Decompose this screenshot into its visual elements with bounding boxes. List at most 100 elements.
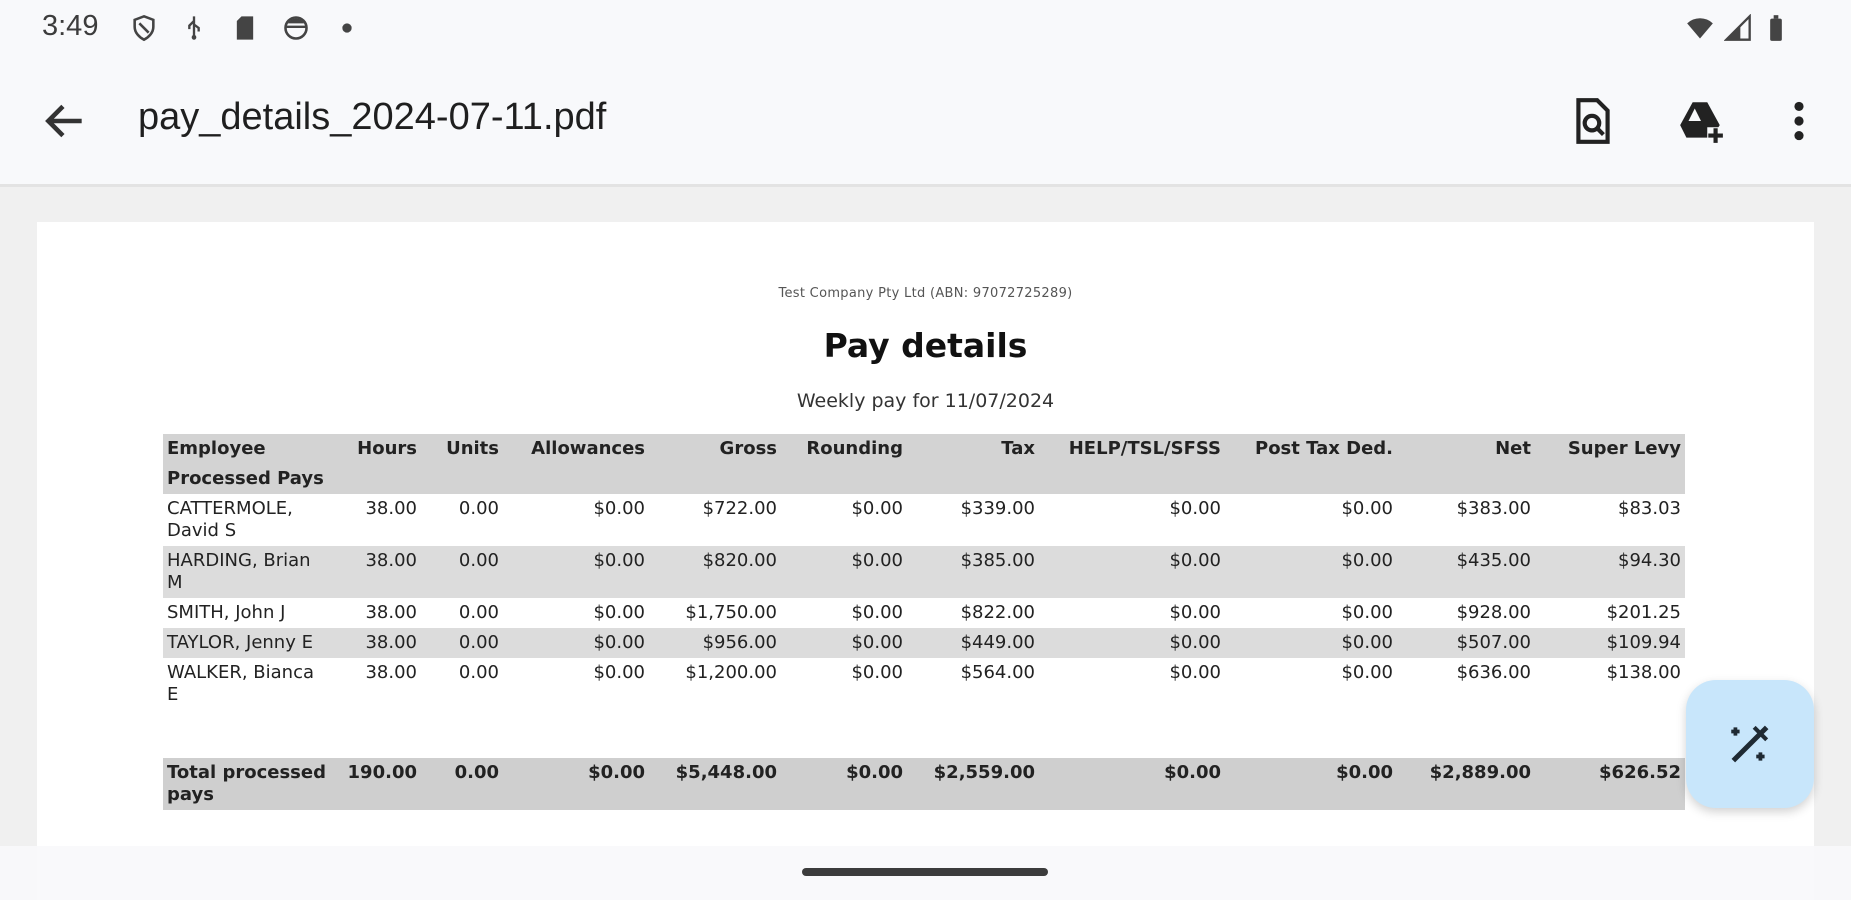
cell-super: $83.03: [1618, 498, 1681, 519]
cast-icon: [284, 16, 308, 40]
cell-allowances: $0.00: [593, 662, 645, 683]
pay-table: Employee Hours Units Allowances Gross Ro…: [163, 434, 1685, 810]
employee-name: TAYLOR, Jenny E: [167, 632, 313, 653]
cell-tax: $339.00: [960, 498, 1035, 519]
cell-allowances: $0.00: [588, 762, 645, 783]
arrow-back-icon[interactable]: [40, 96, 90, 146]
cell-post-tax: $0.00: [1336, 762, 1393, 783]
column-header: Units: [446, 438, 499, 459]
total-row: Total processed pays 190.00 0.00 $0.00 $5,44…: [163, 758, 1685, 810]
cell-net: $383.00: [1456, 498, 1531, 519]
more-vert-icon[interactable]: [1774, 96, 1824, 146]
doc-heading: Pay details: [823, 326, 1028, 365]
battery-icon: [1770, 15, 1782, 41]
cell-help: $0.00: [1169, 550, 1221, 571]
column-header: Employee: [167, 438, 266, 459]
cell-units: 0.00: [458, 602, 499, 623]
wifi-icon: [1687, 18, 1713, 39]
pdf-page[interactable]: Test Company Pty Ltd (ABN: 97072725289) …: [37, 222, 1814, 900]
drive-add-icon[interactable]: [1676, 96, 1726, 146]
table-row: WALKER, Bianca E 38.00 0.00 $0.00 $1,200.00 $…: [163, 658, 1685, 710]
cell-help: $0.00: [1164, 762, 1221, 783]
employee-name: CATTERMOLE, David S: [167, 498, 293, 541]
cell-tax: $822.00: [960, 602, 1035, 623]
cell-allowances: $0.00: [593, 602, 645, 623]
signal-icon: [1724, 14, 1751, 41]
cell-allowances: $0.00: [593, 632, 645, 653]
cell-help: $0.00: [1169, 632, 1221, 653]
table-body: CATTERMOLE, David S 38.00 0.00 $0.00 $722.00…: [163, 494, 1685, 810]
cell-tax: $2,559.00: [933, 762, 1035, 783]
cell-hours: 38.00: [365, 632, 417, 653]
spacer-cell: [163, 710, 1685, 758]
table-row: TAYLOR, Jenny E 38.00 0.00 $0.00 $956.00 $0.0…: [163, 628, 1685, 658]
home-handle[interactable]: [802, 868, 1048, 876]
navigation-bar: [0, 846, 1851, 900]
shield-icon: [133, 14, 155, 42]
cell-gross: $956.00: [702, 632, 777, 653]
cell-tax: $564.00: [960, 662, 1035, 683]
column-header: HELP/TSL/SFSS: [1068, 438, 1221, 459]
cell-net: $636.00: [1456, 662, 1531, 683]
section-row: Processed Pays: [163, 464, 1685, 494]
cell-units: 0.00: [458, 550, 499, 571]
cell-post-tax: $0.00: [1341, 632, 1393, 653]
cell-allowances: $0.00: [593, 550, 645, 571]
cell-super: $201.25: [1606, 602, 1681, 623]
sd-card-icon: [236, 16, 254, 40]
status-bar: 3:49: [0, 0, 1851, 58]
cell-gross: $820.00: [702, 550, 777, 571]
search-document-icon[interactable]: [1568, 96, 1618, 146]
edit-magic-icon: [1731, 725, 1769, 763]
cell-super: $94.30: [1618, 550, 1681, 571]
cell-hours: 38.00: [365, 602, 417, 623]
cell-tax: $385.00: [960, 550, 1035, 571]
table-header-row: Employee Hours Units Allowances Gross Ro…: [163, 434, 1685, 464]
cell-hours: 190.00: [347, 762, 417, 783]
column-header: Super Levy: [1567, 438, 1681, 459]
doc-subtitle: Weekly pay for 11/07/2024: [796, 390, 1055, 412]
cell-rounding: $0.00: [851, 632, 903, 653]
status-time: 3:49: [42, 10, 99, 42]
cell-units: 0.00: [458, 662, 499, 683]
dot-icon: [342, 23, 352, 33]
column-header: Post Tax Ded.: [1255, 438, 1393, 459]
cell-help: $0.00: [1169, 662, 1221, 683]
table-row: SMITH, John J 38.00 0.00 $0.00 $1,750.00 $0.0…: [163, 598, 1685, 628]
cell-allowances: $0.00: [593, 498, 645, 519]
edit-fab-button[interactable]: [1686, 680, 1814, 808]
cell-rounding: $0.00: [851, 498, 903, 519]
cell-hours: 38.00: [365, 498, 417, 519]
cell-tax: $449.00: [960, 632, 1035, 653]
app-bar: pay_details_2024-07-11.pdf: [0, 58, 1851, 187]
cell-post-tax: $0.00: [1341, 550, 1393, 571]
employee-name: SMITH, John J: [167, 602, 286, 623]
cell-net: $435.00: [1456, 550, 1531, 571]
column-header: Tax: [1001, 438, 1035, 459]
cell-net: $2,889.00: [1429, 762, 1531, 783]
cell-net: $928.00: [1456, 602, 1531, 623]
cell-net: $507.00: [1456, 632, 1531, 653]
column-header: Gross: [719, 438, 777, 459]
employee-name: HARDING, Brian M: [167, 550, 311, 593]
cell-units: 0.00: [454, 762, 499, 783]
spacer-row: [163, 710, 1685, 758]
column-header: Net: [1495, 438, 1531, 459]
cell-units: 0.00: [458, 498, 499, 519]
document-title: pay_details_2024-07-11.pdf: [138, 96, 607, 138]
company-line: Test Company Pty Ltd (ABN: 97072725289): [778, 286, 1073, 301]
usb-icon: [188, 16, 200, 40]
cell-help: $0.00: [1169, 602, 1221, 623]
column-header: Hours: [357, 438, 417, 459]
cell-rounding: $0.00: [846, 762, 903, 783]
cell-gross: $5,448.00: [675, 762, 777, 783]
cell-post-tax: $0.00: [1341, 498, 1393, 519]
table-row: HARDING, Brian M 38.00 0.00 $0.00 $820.00 $0.…: [163, 546, 1685, 598]
cell-super: $626.52: [1599, 762, 1681, 783]
cell-units: 0.00: [458, 632, 499, 653]
cell-rounding: $0.00: [851, 662, 903, 683]
cell-gross: $1,200.00: [685, 662, 777, 683]
column-header: Rounding: [806, 438, 903, 459]
cell-gross: $1,750.00: [685, 602, 777, 623]
section-label: Processed Pays: [167, 468, 324, 489]
